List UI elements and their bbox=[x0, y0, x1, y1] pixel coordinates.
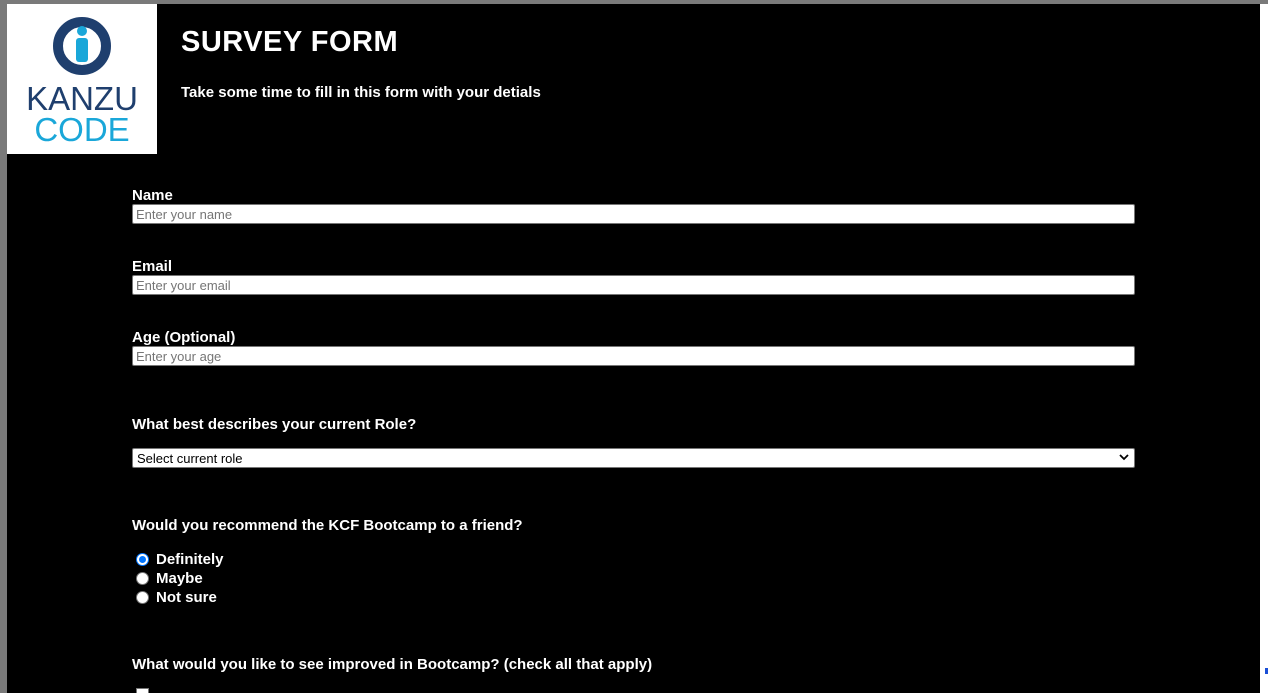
page-description: Take some time to fill in this form with… bbox=[181, 84, 541, 101]
radio-button-checked[interactable] bbox=[136, 553, 149, 566]
svg-text:CODE: CODE bbox=[34, 111, 129, 148]
recommend-option-label: Not sure bbox=[156, 589, 217, 606]
email-label: Email bbox=[132, 258, 173, 275]
age-input[interactable] bbox=[132, 346, 1135, 366]
name-label: Name bbox=[132, 187, 173, 204]
role-select[interactable]: Select current role bbox=[132, 448, 1135, 468]
email-input[interactable] bbox=[132, 275, 1135, 295]
radio-button[interactable] bbox=[136, 591, 149, 604]
age-label: Age (Optional) bbox=[132, 329, 236, 346]
radio-button[interactable] bbox=[136, 572, 149, 585]
role-question: What best describes your current Role? bbox=[132, 416, 417, 433]
recommend-option-definitely[interactable]: Definitely bbox=[136, 550, 224, 569]
logo-graphic: KANZU CODE bbox=[26, 17, 138, 148]
improve-checkbox[interactable] bbox=[136, 688, 149, 693]
recommend-question: Would you recommend the KCF Bootcamp to … bbox=[132, 517, 523, 534]
recommend-option-not-sure[interactable]: Not sure bbox=[136, 588, 217, 607]
kanzu-code-logo: KANZU CODE bbox=[7, 4, 157, 154]
survey-page: KANZU CODE SURVEY FORM Take some time to… bbox=[7, 4, 1260, 693]
role-select-value: Select current role bbox=[137, 451, 243, 466]
page-title: SURVEY FORM bbox=[181, 26, 399, 58]
recommend-option-label: Maybe bbox=[156, 570, 203, 587]
name-input[interactable] bbox=[132, 204, 1135, 224]
recommend-option-label: Definitely bbox=[156, 551, 224, 568]
right-gutter bbox=[1260, 4, 1268, 693]
chevron-down-icon bbox=[1118, 450, 1130, 467]
improve-question: What would you like to see improved in B… bbox=[132, 656, 653, 673]
recommend-option-maybe[interactable]: Maybe bbox=[136, 569, 203, 588]
